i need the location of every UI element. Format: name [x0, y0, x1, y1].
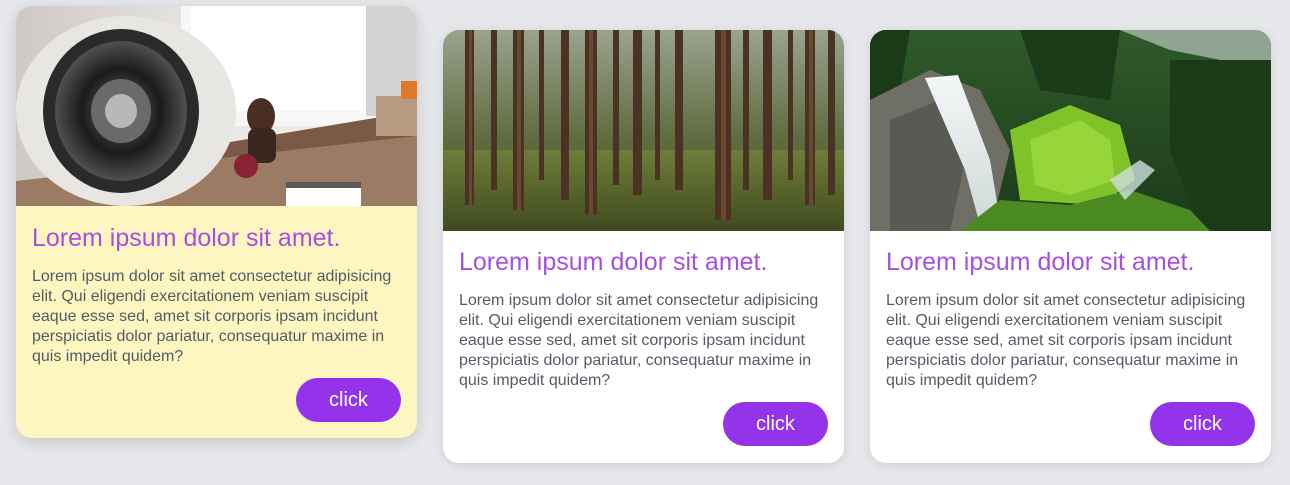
card-description: Lorem ipsum dolor sit amet consectetur a… — [32, 268, 392, 365]
pine-forest-image — [443, 30, 844, 231]
card-description: Lorem ipsum dolor sit amet consectetur a… — [886, 292, 1246, 389]
card-title: Lorem ipsum dolor sit amet. — [886, 248, 1195, 276]
click-button[interactable]: click — [723, 402, 828, 446]
card-2[interactable]: Lorem ipsum dolor sit amet. Lorem ipsum … — [443, 30, 844, 463]
click-button[interactable]: click — [296, 378, 401, 422]
card-title: Lorem ipsum dolor sit amet. — [459, 248, 768, 276]
waterfall-image — [870, 30, 1271, 231]
card-title: Lorem ipsum dolor sit amet. — [32, 224, 341, 252]
click-button[interactable]: click — [1150, 402, 1255, 446]
card-description: Lorem ipsum dolor sit amet consectetur a… — [459, 292, 819, 389]
desk-speaker-image — [16, 6, 417, 206]
card-1[interactable]: Lorem ipsum dolor sit amet. Lorem ipsum … — [16, 6, 417, 438]
card-3[interactable]: Lorem ipsum dolor sit amet. Lorem ipsum … — [870, 30, 1271, 463]
